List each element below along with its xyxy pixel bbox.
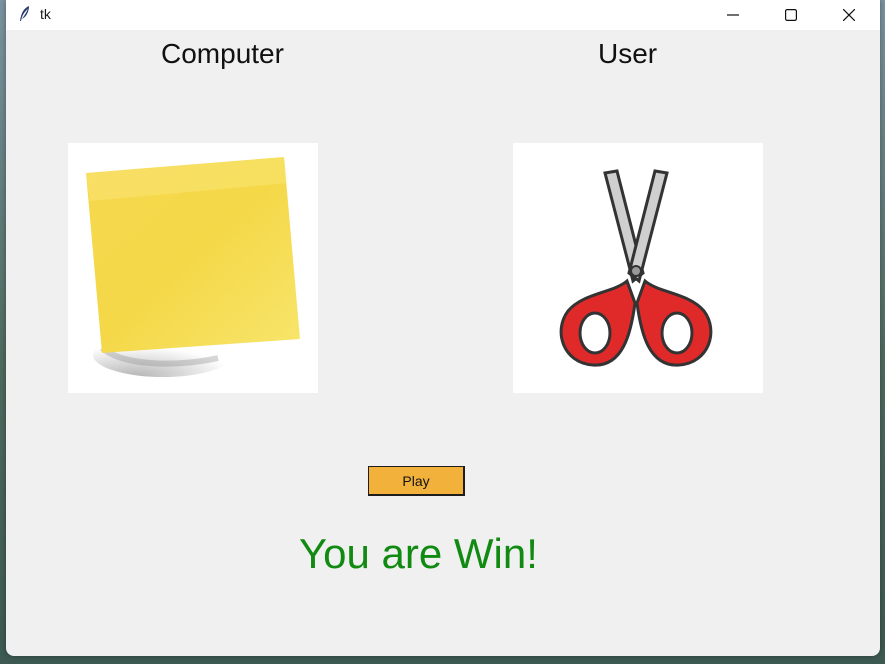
user-choice-image — [513, 143, 763, 393]
scissors-icon — [559, 169, 713, 367]
tk-feather-icon — [20, 6, 29, 21]
close-icon — [843, 9, 855, 21]
paper-icon — [86, 157, 300, 377]
app-window: tk Computer User Play You are Win! — [6, 0, 880, 656]
maximize-icon — [785, 9, 797, 21]
maximize-button[interactable] — [762, 0, 820, 30]
play-button[interactable]: Play — [368, 466, 465, 496]
computer-choice-image — [68, 143, 318, 393]
close-button[interactable] — [820, 0, 878, 30]
computer-label: Computer — [161, 38, 284, 69]
user-label: User — [598, 38, 658, 69]
window-title: tk — [40, 6, 51, 22]
title-bar[interactable]: tk — [6, 0, 880, 30]
minimize-icon — [727, 14, 739, 16]
result-text: You are Win! — [299, 530, 538, 577]
minimize-button[interactable] — [704, 0, 762, 30]
